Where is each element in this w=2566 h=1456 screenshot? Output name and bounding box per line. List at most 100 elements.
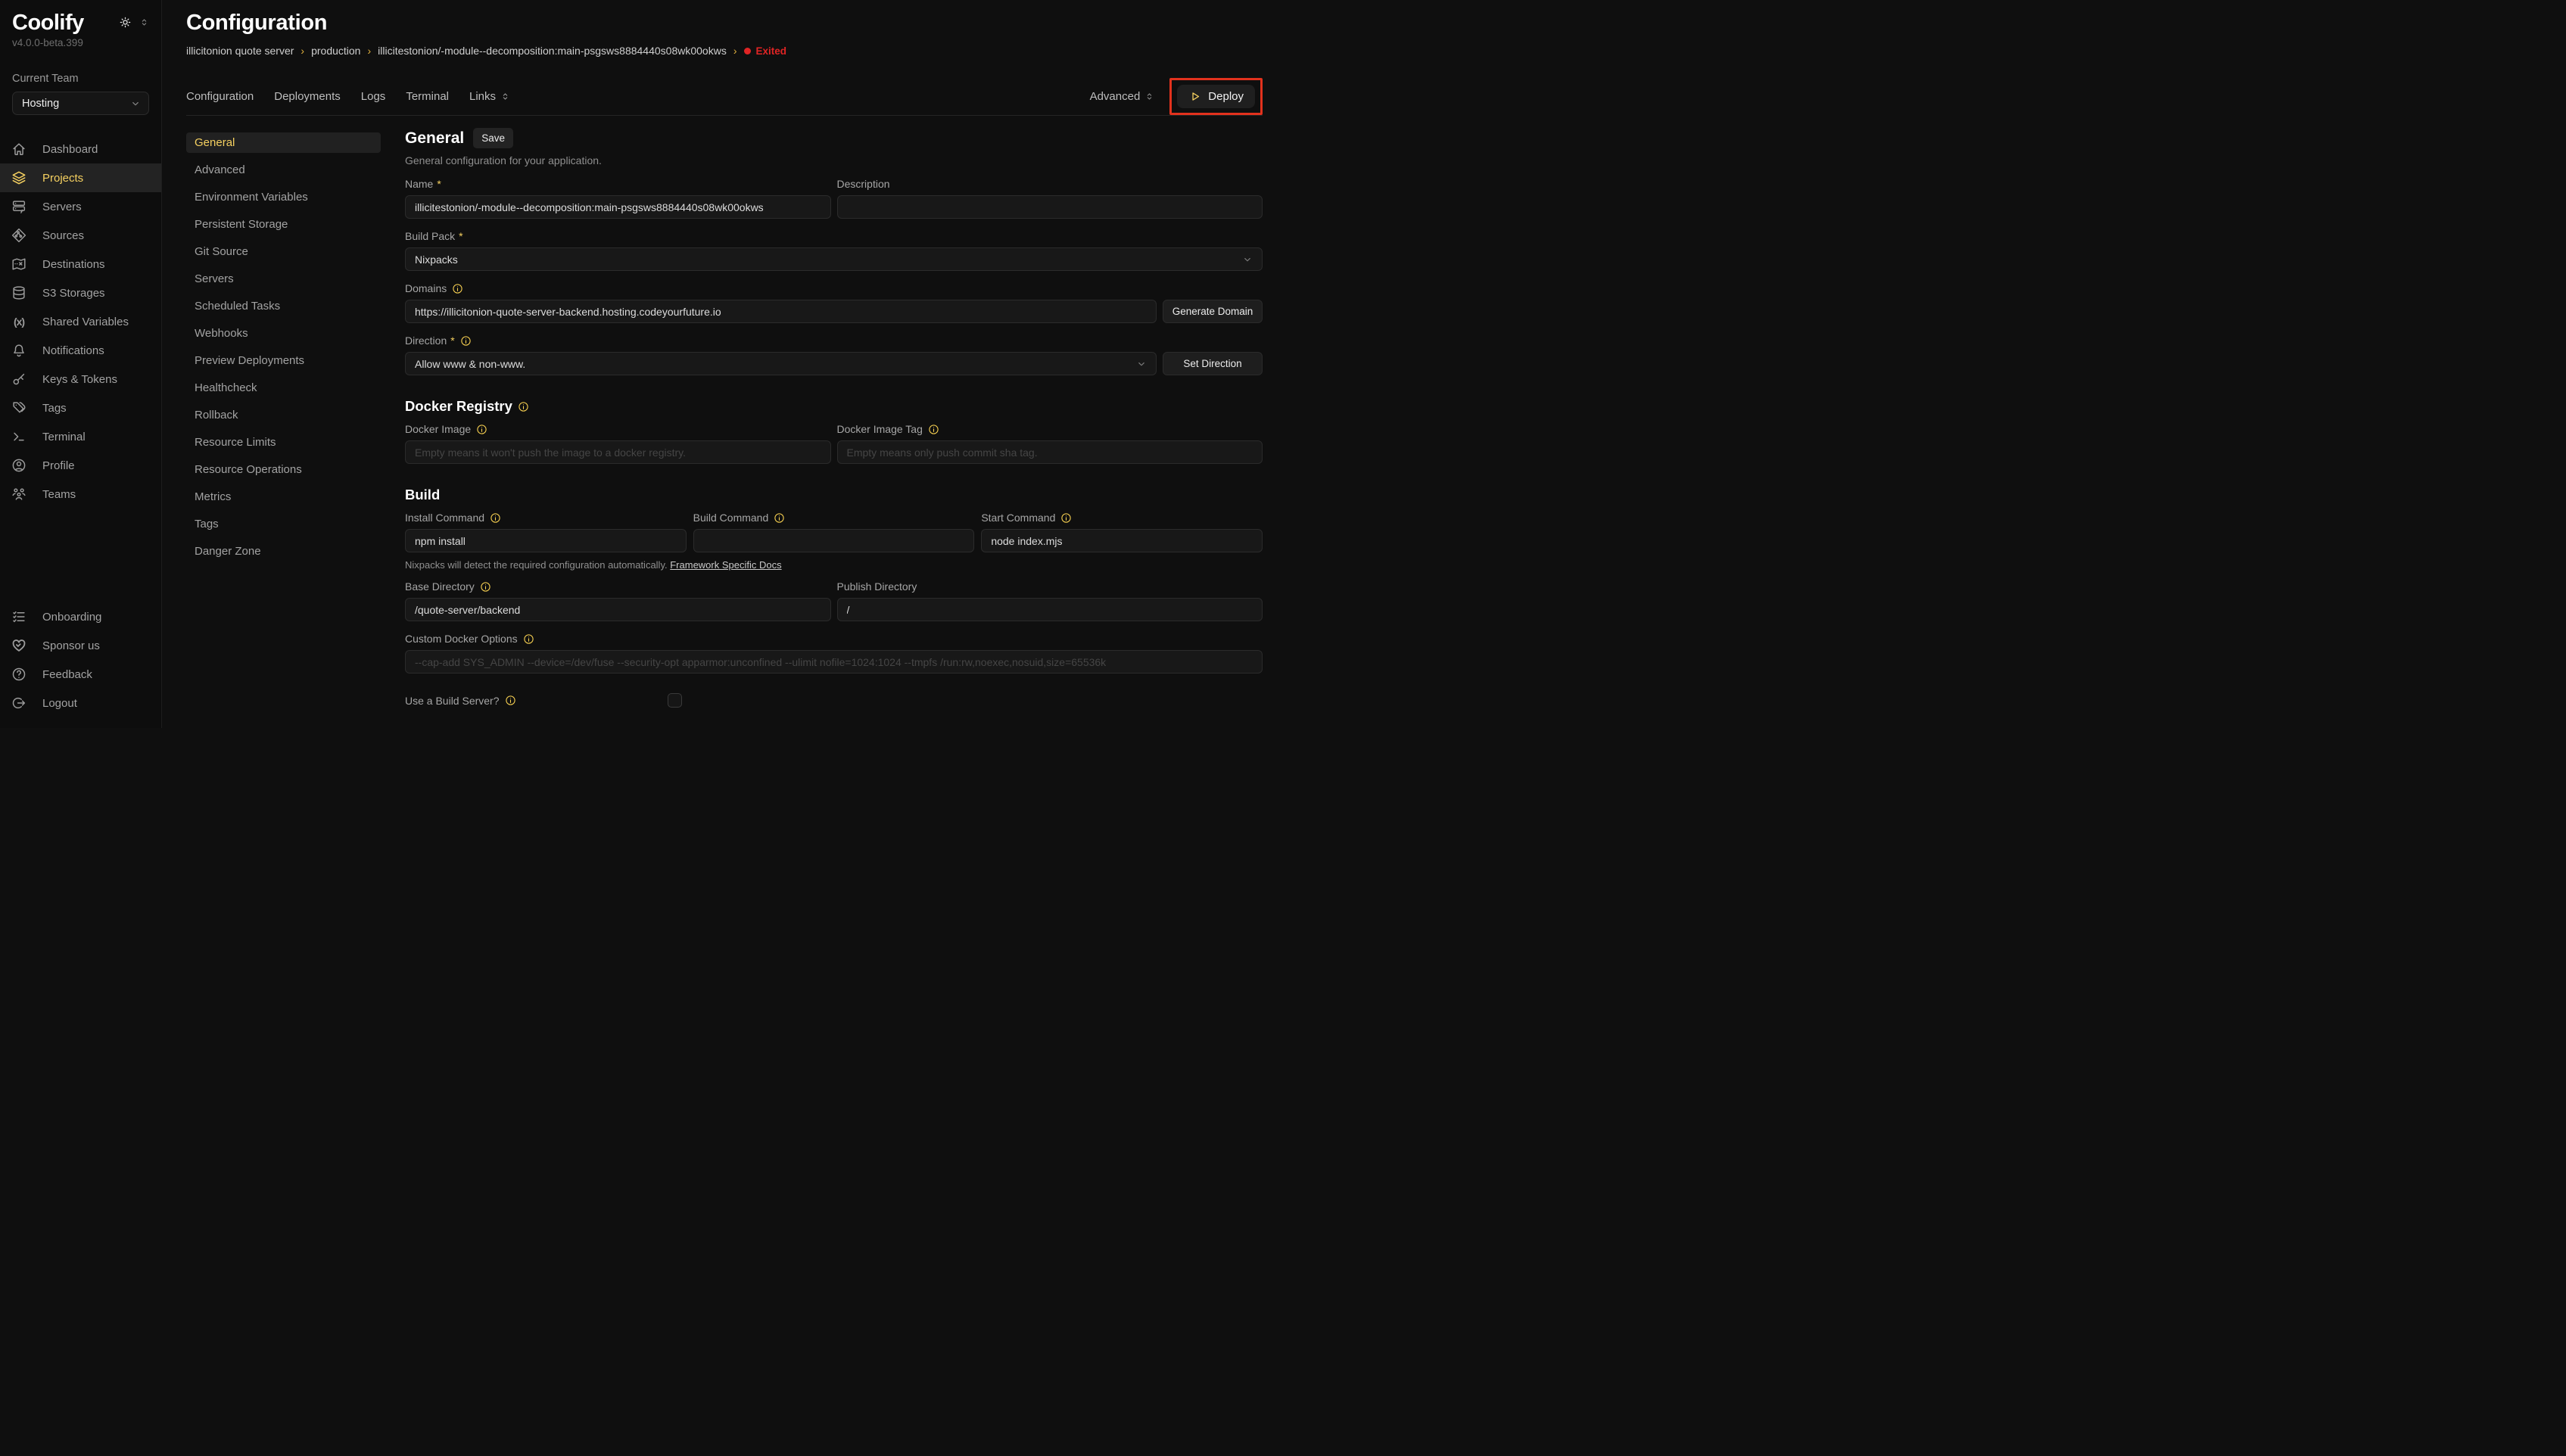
domains-label: Domains [405,282,447,294]
sun-icon[interactable] [118,15,132,30]
docker-image-input[interactable] [405,440,831,464]
set-direction-button[interactable]: Set Direction [1163,352,1263,375]
direction-select[interactable]: Allow www & non-www. [405,352,1157,375]
sidebar-item-label: Logout [42,697,77,710]
advanced-dropdown[interactable]: Advanced [1090,90,1155,103]
sidebar-item-label: Terminal [42,431,86,443]
theme-updown-icon[interactable] [139,17,149,27]
start-command-label: Start Command [981,512,1055,524]
name-input[interactable] [405,195,831,219]
sidebar-item-label: Shared Variables [42,316,129,328]
base-directory-label: Base Directory [405,580,475,593]
sidebar-item-shared-variables[interactable]: (x) Shared Variables [0,307,161,336]
tab-configuration[interactable]: Configuration [186,90,254,103]
layers-icon [11,170,27,186]
sidebar-nav: Dashboard Projects Servers Sources Desti… [0,135,161,509]
subnav-resource-operations[interactable]: Resource Operations [186,459,381,480]
breadcrumb-separator: › [301,45,304,57]
general-form: General Save General configuration for y… [405,128,1263,728]
domains-input[interactable] [405,300,1157,323]
team-select[interactable]: Hosting [12,92,149,115]
docker-image-tag-input[interactable] [837,440,1263,464]
sidebar-item-dashboard[interactable]: Dashboard [0,135,161,163]
build-command-input[interactable] [693,529,975,552]
install-command-input[interactable] [405,529,687,552]
build-pack-select[interactable]: Nixpacks [405,247,1263,271]
subnav-general[interactable]: General [186,132,381,153]
terminal-icon [11,428,27,445]
sidebar-item-feedback[interactable]: Feedback [0,660,161,689]
breadcrumb-project[interactable]: illicitonion quote server [186,45,294,57]
sidebar-item-sources[interactable]: Sources [0,221,161,250]
sidebar-item-projects[interactable]: Projects [0,163,161,192]
sidebar-item-onboarding[interactable]: Onboarding [0,602,161,631]
subnav-preview-deployments[interactable]: Preview Deployments [186,350,381,371]
sidebar-item-label: Notifications [42,344,104,357]
sidebar-item-s3-storages[interactable]: S3 Storages [0,278,161,307]
deploy-button[interactable]: Deploy [1177,85,1255,108]
tab-links[interactable]: Links [469,90,510,103]
play-icon [1188,90,1201,103]
subnav-healthcheck[interactable]: Healthcheck [186,378,381,398]
info-icon [505,695,516,706]
sidebar-item-notifications[interactable]: Notifications [0,336,161,365]
sidebar-item-terminal[interactable]: Terminal [0,422,161,451]
use-build-server-checkbox[interactable] [668,693,682,708]
deploy-label: Deploy [1208,90,1244,103]
tab-terminal[interactable]: Terminal [406,90,449,103]
base-directory-input[interactable] [405,598,831,621]
custom-docker-options-input[interactable] [405,650,1263,674]
start-command-input[interactable] [981,529,1263,552]
subnav-persistent-storage[interactable]: Persistent Storage [186,214,381,235]
subnav-tags[interactable]: Tags [186,514,381,534]
description-label: Description [837,178,890,190]
breadcrumb-environment[interactable]: production [311,45,360,57]
info-icon [1060,512,1072,524]
sidebar-item-logout[interactable]: Logout [0,689,161,717]
subnav-environment-variables[interactable]: Environment Variables [186,187,381,207]
user-icon [11,457,27,474]
save-button[interactable]: Save [473,128,513,148]
subnav-git-source[interactable]: Git Source [186,241,381,262]
sidebar-item-label: Servers [42,201,82,213]
subnav-advanced[interactable]: Advanced [186,160,381,180]
heart-icon [11,637,27,654]
subnav-scheduled-tasks[interactable]: Scheduled Tasks [186,296,381,316]
app-version: v4.0.0-beta.399 [0,36,161,48]
status-badge: Exited [744,45,787,57]
subnav-metrics[interactable]: Metrics [186,487,381,507]
sidebar-item-label: Teams [42,488,76,501]
sidebar-item-keys-tokens[interactable]: Keys & Tokens [0,365,161,394]
framework-docs-link[interactable]: Framework Specific Docs [670,559,781,571]
breadcrumb-application[interactable]: illicitestonion/-module--decomposition:m… [378,45,727,57]
sidebar-item-teams[interactable]: Teams [0,480,161,509]
current-team-label: Current Team [0,73,161,85]
subnav-webhooks[interactable]: Webhooks [186,323,381,344]
custom-docker-options-label: Custom Docker Options [405,633,518,645]
generate-domain-button[interactable]: Generate Domain [1163,300,1263,323]
sidebar-item-profile[interactable]: Profile [0,451,161,480]
tab-links-label: Links [469,90,496,103]
sidebar-item-servers[interactable]: Servers [0,192,161,221]
description-input[interactable] [837,195,1263,219]
tab-logs[interactable]: Logs [361,90,386,103]
chevron-updown-icon [500,92,510,101]
status-dot-icon [744,48,751,54]
subnav-resource-limits[interactable]: Resource Limits [186,432,381,453]
tag-icon [11,400,27,416]
subnav-danger-zone[interactable]: Danger Zone [186,541,381,562]
sidebar-item-destinations[interactable]: Destinations [0,250,161,278]
sidebar-item-tags[interactable]: Tags [0,394,161,422]
subnav-servers[interactable]: Servers [186,269,381,289]
subnav-rollback[interactable]: Rollback [186,405,381,425]
info-icon [452,283,463,294]
info-icon [928,424,939,435]
breadcrumb: illicitonion quote server › production ›… [186,45,1263,57]
sidebar-item-label: Destinations [42,258,105,271]
logout-icon [11,695,27,711]
info-icon [518,401,529,412]
sidebar-item-sponsor[interactable]: Sponsor us [0,631,161,660]
tab-deployments[interactable]: Deployments [274,90,341,103]
sidebar-item-label: Sponsor us [42,639,100,652]
publish-directory-input[interactable] [837,598,1263,621]
